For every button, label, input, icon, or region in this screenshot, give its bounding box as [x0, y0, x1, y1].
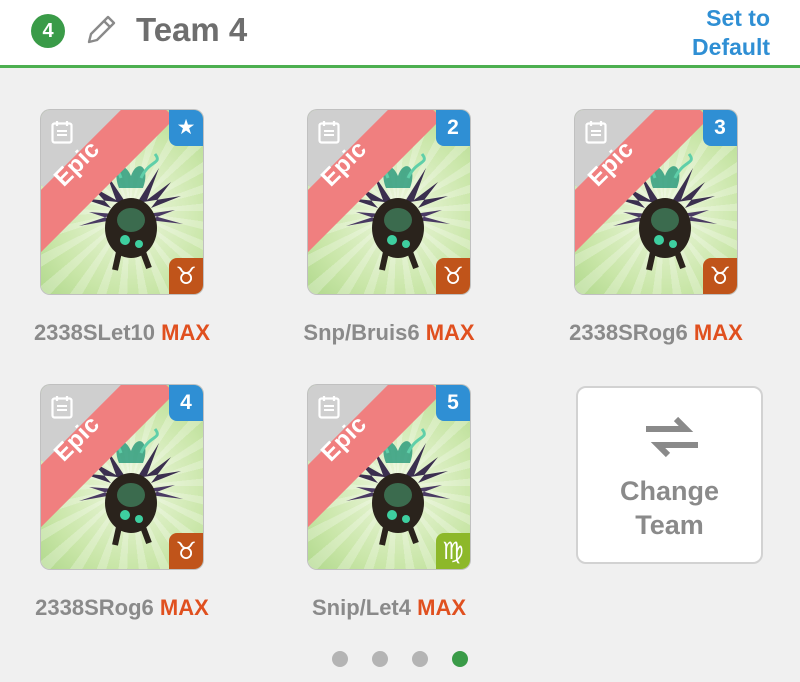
change-team-button[interactable]: Change Team: [576, 386, 763, 564]
page-dot[interactable]: [332, 651, 348, 667]
page-dot[interactable]: [412, 651, 428, 667]
set-default-line2: Default: [692, 34, 770, 60]
zodiac-sign-icon: ♉: [169, 533, 203, 569]
set-to-default-button[interactable]: Set to Default: [630, 4, 770, 62]
monster-portrait-frame[interactable]: Epic 4 ♉: [41, 385, 203, 569]
monster-name: 2338SRog6: [35, 595, 154, 620]
zodiac-sign-icon: ♉: [703, 258, 737, 294]
memo-icon[interactable]: [51, 395, 73, 419]
change-team-line1: Change: [619, 476, 719, 506]
monster-card[interactable]: Epic 4 ♉ 2338SRog6 MAX: [35, 385, 209, 620]
monster-name: Snp/Bruis6: [303, 320, 420, 345]
monster-card[interactable]: Epic 3 ♉ 2338SRog6 MAX: [569, 110, 743, 345]
memo-icon[interactable]: [51, 120, 73, 144]
zodiac-sign-icon: ♉: [169, 258, 203, 294]
monster-card[interactable]: Epic ★ ♉ 2338SLet10 MAX: [34, 110, 210, 345]
slot-number-tag: 5: [436, 385, 470, 421]
monster-label: 2338SRog6 MAX: [0, 595, 252, 621]
monster-portrait-frame[interactable]: Epic 2 ♉: [308, 110, 470, 294]
monster-label: 2338SRog6 MAX: [526, 320, 786, 346]
page-dot-active[interactable]: [452, 651, 468, 667]
slot-number-tag: 3: [703, 110, 737, 146]
monster-card[interactable]: Epic 5 ♍ Snip/Let4 MAX: [308, 385, 470, 620]
team-title[interactable]: Team 4: [136, 11, 247, 49]
page-dot[interactable]: [372, 651, 388, 667]
monster-label: 2338SLet10 MAX: [0, 320, 252, 346]
memo-icon[interactable]: [318, 120, 340, 144]
monster-name: 2338SRog6: [569, 320, 688, 345]
slot-number-tag: 2: [436, 110, 470, 146]
swap-arrows-icon: [646, 416, 698, 458]
pencil-icon[interactable]: [84, 13, 118, 47]
monster-label: Snp/Bruis6 MAX: [259, 320, 519, 346]
level-max-label: MAX: [161, 320, 211, 345]
monster-portrait-frame[interactable]: Epic ★ ♉: [41, 110, 203, 294]
monster-portrait-frame[interactable]: Epic 5 ♍: [308, 385, 470, 569]
level-max-label: MAX: [417, 595, 467, 620]
team-number-badge: 4: [31, 14, 65, 48]
level-max-label: MAX: [425, 320, 475, 345]
monster-portrait-frame[interactable]: Epic 3 ♉: [575, 110, 737, 294]
zodiac-sign-icon: ♉: [436, 258, 470, 294]
set-default-line1: Set to: [706, 5, 770, 31]
level-max-label: MAX: [693, 320, 743, 345]
slot-number-tag: 4: [169, 385, 203, 421]
change-team-line2: Team: [635, 510, 704, 540]
monster-name: Snip/Let4: [311, 595, 411, 620]
memo-icon[interactable]: [585, 120, 607, 144]
team-header: 4 Team 4 Set to Default: [0, 0, 800, 68]
slot-number-tag: ★: [169, 110, 203, 146]
memo-icon[interactable]: [318, 395, 340, 419]
level-max-label: MAX: [159, 595, 209, 620]
monster-label: Snip/Let4 MAX: [259, 595, 519, 621]
zodiac-sign-icon: ♍: [436, 533, 470, 569]
monster-card[interactable]: Epic 2 ♉ Snp/Bruis6 MAX: [303, 110, 475, 345]
monster-name: 2338SLet10: [33, 320, 156, 345]
